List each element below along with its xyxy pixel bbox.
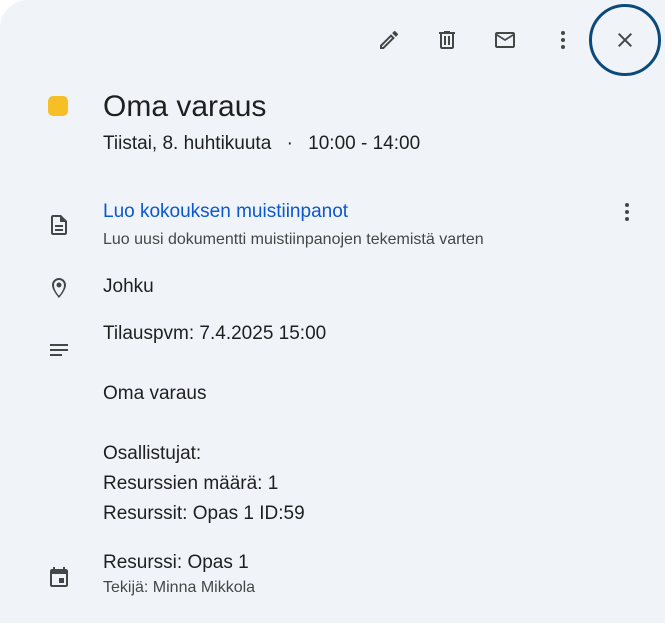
pencil-icon <box>380 30 399 49</box>
description-line <box>103 349 605 379</box>
event-header: Oma varaus Tiistai, 8. huhtikuuta · 10:0… <box>103 88 605 157</box>
toolbar <box>351 4 661 76</box>
calendar-icon <box>47 565 71 589</box>
event-date: Tiistai, 8. huhtikuuta <box>103 133 272 154</box>
event-location: Johku <box>103 276 154 297</box>
create-meeting-notes-link[interactable]: Luo kokouksen muistiinpanot <box>103 200 605 224</box>
calendar-section: Resurssi: Opas 1 Tekijä: Minna Mikkola <box>103 549 605 599</box>
close-icon <box>618 33 632 47</box>
edit-button[interactable] <box>369 20 409 60</box>
calendar-creator: Tekijä: Minna Mikkola <box>103 579 256 596</box>
event-details-card: Oma varaus Tiistai, 8. huhtikuuta · 10:0… <box>0 0 665 623</box>
location-section: Johku <box>103 272 605 302</box>
more-vert-icon <box>561 31 565 49</box>
email-guests-button[interactable] <box>485 20 525 60</box>
delete-button[interactable] <box>427 20 467 60</box>
meeting-notes-description: Luo uusi dokumentti muistiinpanojen teke… <box>103 231 484 248</box>
mail-icon <box>495 32 515 48</box>
event-color-swatch <box>48 96 68 116</box>
description-line: Resurssien määrä: 1 <box>103 473 279 494</box>
event-title: Oma varaus <box>103 90 267 123</box>
calendar-name: Resurssi: Opas 1 <box>103 552 249 573</box>
close-button[interactable] <box>589 4 661 76</box>
location-pin-icon <box>47 276 71 300</box>
event-time: 10:00 - 14:00 <box>308 133 421 154</box>
description-line <box>103 409 605 439</box>
datetime-separator: · <box>286 133 293 154</box>
more-vert-icon <box>625 203 629 221</box>
trash-icon <box>439 31 455 49</box>
description-line: Tilauspvm: 7.4.2025 15:00 <box>103 323 327 344</box>
event-description: Tilauspvm: 7.4.2025 15:00 Oma varaus Osa… <box>103 319 605 529</box>
event-datetime: Tiistai, 8. huhtikuuta · 10:00 - 14:00 <box>103 131 605 157</box>
description-icon <box>47 338 71 362</box>
more-options-button[interactable] <box>543 20 583 60</box>
meeting-notes-section: Luo kokouksen muistiinpanot Luo uusi dok… <box>103 200 605 251</box>
notes-more-options-button[interactable] <box>615 200 639 224</box>
document-icon <box>47 213 71 237</box>
description-line: Oma varaus <box>103 383 207 404</box>
description-line: Resurssit: Opas 1 ID:59 <box>103 503 305 524</box>
description-line: Osallistujat: <box>103 443 202 464</box>
